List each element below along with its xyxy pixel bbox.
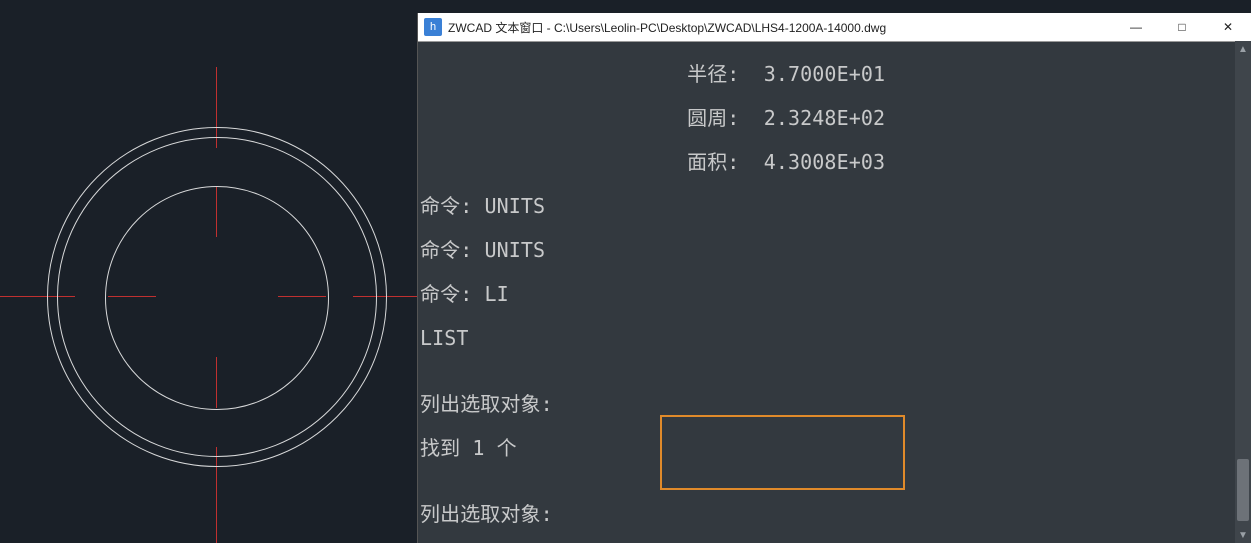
minimize-button[interactable]: — <box>1113 13 1159 41</box>
console-line: 命令: UNITS <box>418 195 1235 217</box>
console-line: 面积: 4.3008E+03 <box>418 151 1235 173</box>
text-window: h ZWCAD 文本窗口 - C:\Users\Leolin-PC\Deskto… <box>418 13 1251 543</box>
titlebar[interactable]: h ZWCAD 文本窗口 - C:\Users\Leolin-PC\Deskto… <box>418 13 1251 42</box>
maximize-button[interactable]: □ <box>1159 13 1205 41</box>
scroll-thumb[interactable] <box>1237 459 1249 521</box>
window-title: ZWCAD 文本窗口 - C:\Users\Leolin-PC\Desktop\… <box>448 19 886 36</box>
console-line: 列出选取对象: <box>418 393 1235 415</box>
circle-inner[interactable] <box>105 186 329 410</box>
console-line: 半径: 3.7000E+01 <box>418 63 1235 85</box>
console-line: 找到 1 个 <box>418 437 1235 459</box>
scroll-down-icon[interactable]: ▼ <box>1235 527 1251 543</box>
console-line: 命令: LI <box>418 283 1235 305</box>
app-icon: h <box>424 18 442 36</box>
scrollbar[interactable]: ▲ ▼ <box>1235 41 1251 543</box>
console-line: 圆周: 2.3248E+02 <box>418 107 1235 129</box>
close-button[interactable]: ✕ <box>1205 13 1251 41</box>
console-line: LIST <box>418 327 1235 349</box>
scroll-up-icon[interactable]: ▲ <box>1235 41 1251 57</box>
console-line: 列出选取对象: <box>418 503 1235 525</box>
console-line: 命令: UNITS <box>418 239 1235 261</box>
console-output[interactable]: 半径: 3.7000E+01 圆周: 2.3248E+02 面积: 4.3008… <box>418 41 1235 543</box>
